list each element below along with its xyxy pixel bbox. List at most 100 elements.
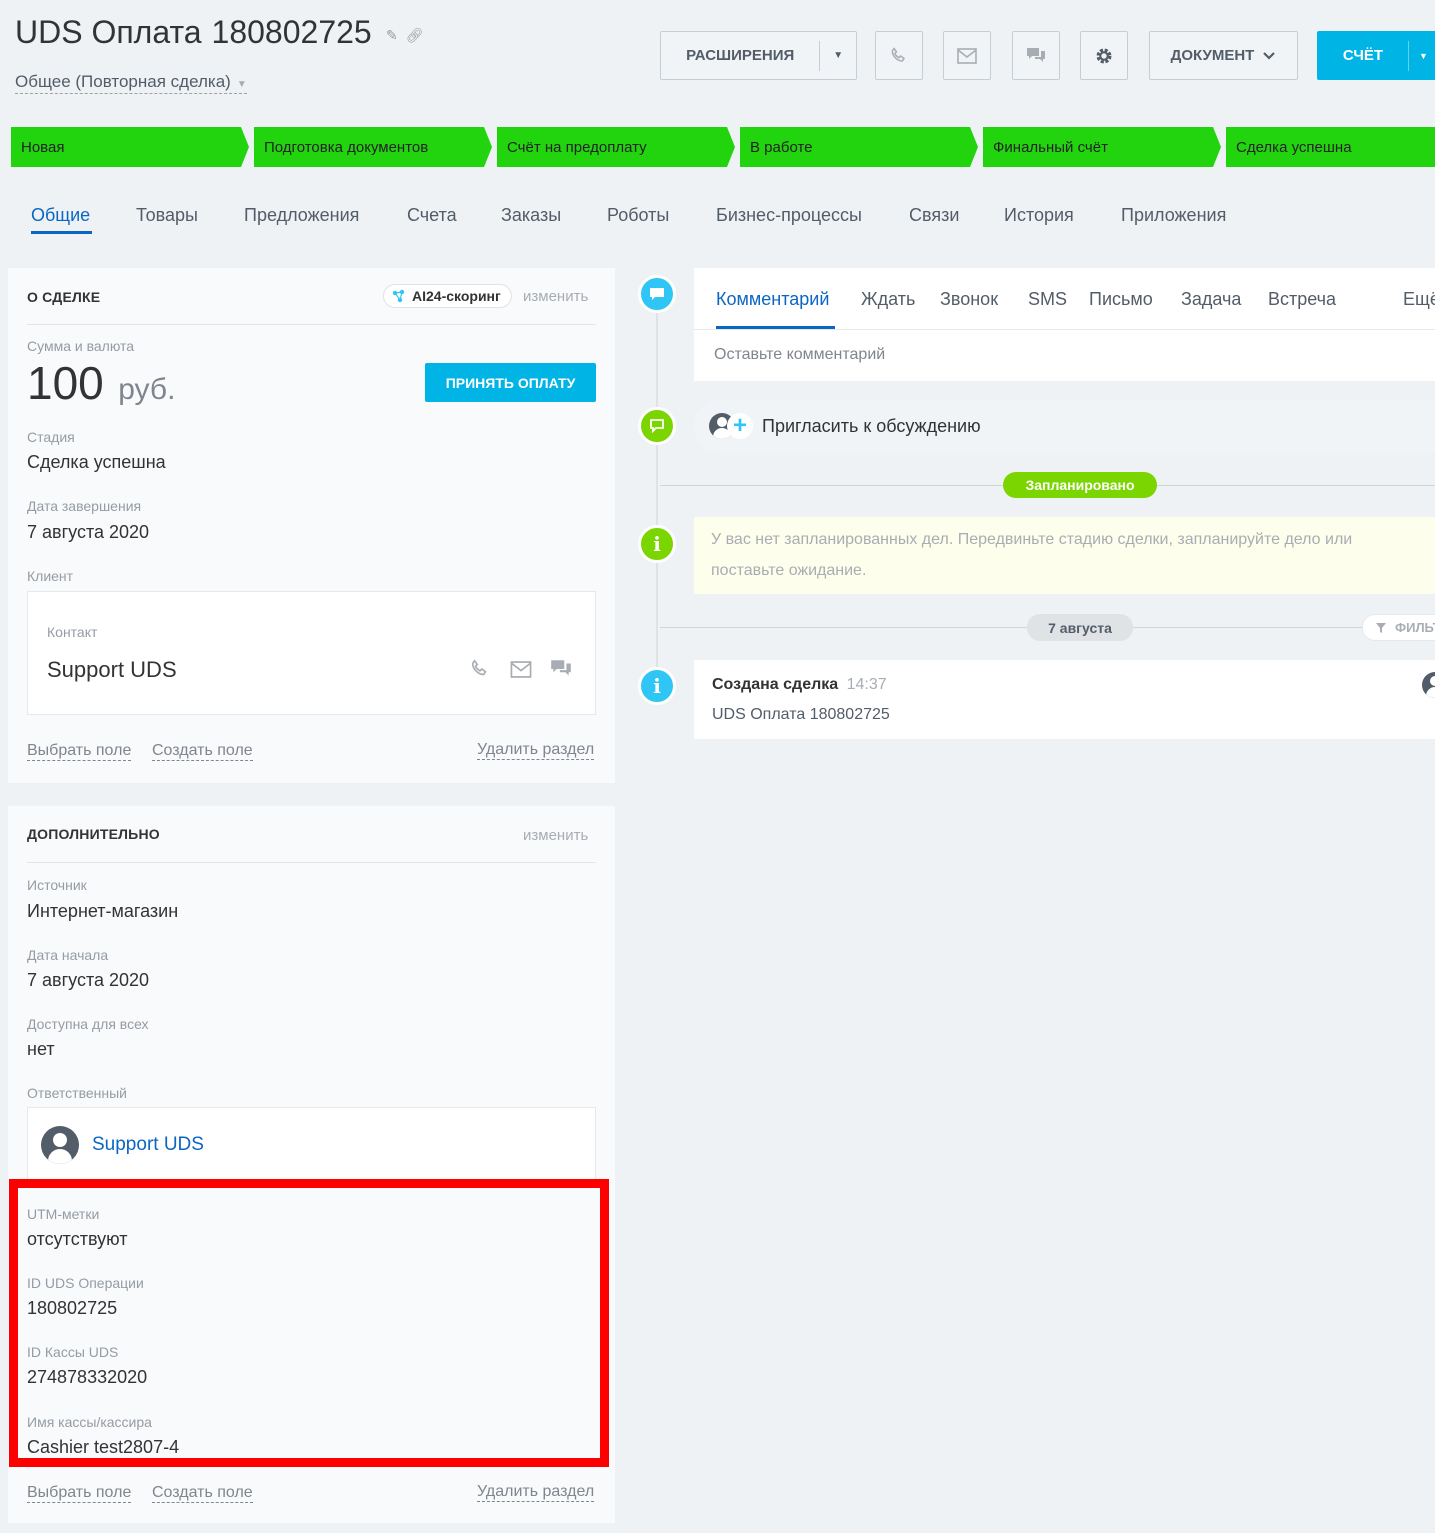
client-label: Клиент [27, 568, 74, 584]
extensions-button[interactable]: РАСШИРЕНИЯ ▼ [660, 31, 857, 80]
available-label: Доступна для всех [27, 1016, 149, 1032]
divider [1408, 40, 1409, 71]
title-actions: ✎ 🔗︎ [386, 27, 423, 44]
about-deal-card: О СДЕЛКЕ AI24-скоринг изменить Сумма и в… [8, 268, 615, 783]
timeline-line [656, 300, 658, 690]
tab-links[interactable]: Связи [909, 205, 959, 226]
divider [27, 324, 596, 325]
date-badge: 7 августа [1027, 614, 1133, 641]
tab-more[interactable]: Ещё [1403, 289, 1435, 310]
stage-in-work[interactable]: В работе [740, 127, 978, 167]
invite-bar[interactable]: + Пригласить к обсуждению [694, 400, 1435, 453]
edit-link[interactable]: изменить [523, 827, 588, 844]
avatar-body [48, 1149, 72, 1164]
create-field-link[interactable]: Создать поле [152, 1484, 253, 1503]
stage-success[interactable]: Сделка успешна [1226, 127, 1435, 167]
edit-link[interactable]: изменить [523, 288, 588, 305]
invoice-label: СЧЁТ [1342, 47, 1384, 64]
tab-call[interactable]: Звонок [940, 289, 998, 310]
tab-products[interactable]: Товары [136, 205, 198, 226]
divider [694, 329, 1435, 330]
stage-value: Сделка успешна [27, 452, 166, 472]
close-date-label: Дата завершения [27, 498, 142, 514]
document-label: ДОКУМЕНТ [1170, 47, 1255, 64]
avatar-head [717, 417, 727, 427]
planned-badge: Запланировано [1003, 472, 1157, 498]
chat-node-icon [638, 407, 676, 445]
phone-icon[interactable] [469, 658, 491, 680]
tab-underline [31, 231, 92, 234]
avatar-head [1430, 676, 1435, 686]
stage-label: Новая [21, 138, 65, 156]
responsible-name[interactable]: Support UDS [92, 1134, 204, 1156]
tab-meeting[interactable]: Встреча [1268, 289, 1336, 310]
no-tasks-notice: У вас нет запланированных дел. Передвинь… [694, 517, 1435, 594]
event-title: Создана сделка 14:37 [712, 676, 887, 694]
document-button[interactable]: ДОКУМЕНТ [1149, 31, 1298, 80]
author-avatar-icon[interactable] [1422, 672, 1435, 698]
tab-general[interactable]: Общие [31, 205, 90, 226]
close-date-value: 7 августа 2020 [27, 522, 150, 542]
event-title-text: Создана сделка [712, 676, 839, 693]
tab-bizproc[interactable]: Бизнес-процессы [716, 205, 862, 226]
caret-down-icon[interactable]: ▼ [820, 50, 856, 61]
tab-history[interactable]: История [1004, 205, 1074, 226]
stage-label: Финальный счёт [993, 138, 1108, 156]
stage-new[interactable]: Новая [11, 127, 249, 167]
caret-down-icon[interactable]: ▼ [1419, 51, 1428, 61]
pencil-icon[interactable]: ✎ [386, 27, 398, 43]
delete-section-link[interactable]: Удалить раздел [477, 741, 595, 760]
start-date-label: Дата начала [27, 947, 109, 963]
ai-scoring-label: AI24-скоринг [412, 288, 501, 304]
divider [27, 862, 596, 863]
amount-value: 100 руб. [27, 356, 175, 410]
comment-input[interactable]: Оставьте комментарий [714, 346, 885, 364]
avatar-head [53, 1133, 67, 1147]
scoring-icon [392, 289, 405, 303]
avatar-icon [41, 1126, 79, 1164]
category-label: Общее (Повторная сделка) [15, 72, 231, 91]
email-button[interactable] [943, 31, 991, 80]
ai-scoring-badge[interactable]: AI24-скоринг [383, 284, 512, 308]
tab-comment[interactable]: Комментарий [716, 289, 829, 310]
link-icon[interactable]: 🔗︎ [406, 27, 424, 43]
chat-icon[interactable] [549, 658, 573, 680]
settings-button[interactable] [1080, 31, 1128, 80]
tab-robots[interactable]: Роботы [607, 205, 669, 226]
tab-invoices[interactable]: Счета [407, 205, 457, 226]
deal-title: UDS Оплата [15, 14, 202, 50]
delete-section-link[interactable]: Удалить раздел [477, 1483, 595, 1502]
responsible-label: Ответственный [27, 1085, 127, 1101]
select-field-link[interactable]: Выбрать поле [27, 742, 132, 761]
event-deal-created: Создана сделка 14:37 UDS Оплата 18080272… [694, 660, 1435, 739]
tab-task[interactable]: Задача [1181, 289, 1241, 310]
invoice-button[interactable]: СЧЁТ ▼ [1317, 31, 1435, 80]
tab-wait[interactable]: Ждать [861, 289, 915, 310]
contact-name[interactable]: Support UDS [47, 657, 177, 683]
page-title: UDS Оплата 180802725 [15, 14, 372, 51]
stage-final-invoice[interactable]: Финальный счёт [983, 127, 1221, 167]
tab-apps[interactable]: Приложения [1121, 205, 1226, 226]
envelope-icon[interactable] [510, 661, 532, 678]
amount-number: 100 [27, 357, 104, 409]
accept-payment-button[interactable]: ПРИНЯТЬ ОПЛАТУ [425, 363, 596, 402]
stage-prepayment[interactable]: Счёт на предоплату [497, 127, 735, 167]
category-selector[interactable]: Общее (Повторная сделка) ▼ [15, 72, 247, 94]
stage-label: Стадия [27, 429, 75, 445]
source-label: Источник [27, 877, 87, 893]
filter-button[interactable]: ФИЛЬТ [1362, 614, 1435, 641]
call-button[interactable] [875, 31, 923, 80]
start-date-value: 7 августа 2020 [27, 970, 150, 990]
chevron-down-icon [1263, 51, 1276, 60]
info-icon: i [638, 525, 676, 563]
gear-icon [1096, 48, 1112, 63]
create-field-link[interactable]: Создать поле [152, 742, 253, 761]
select-field-link[interactable]: Выбрать поле [27, 1484, 132, 1503]
tab-sms[interactable]: SMS [1028, 289, 1067, 310]
stage-docs[interactable]: Подготовка документов [254, 127, 492, 167]
tab-offers[interactable]: Предложения [244, 205, 359, 226]
chat-button[interactable] [1012, 31, 1060, 80]
tab-email[interactable]: Письмо [1089, 289, 1153, 310]
tab-orders[interactable]: Заказы [501, 205, 561, 226]
source-value: Интернет-магазин [27, 901, 179, 921]
